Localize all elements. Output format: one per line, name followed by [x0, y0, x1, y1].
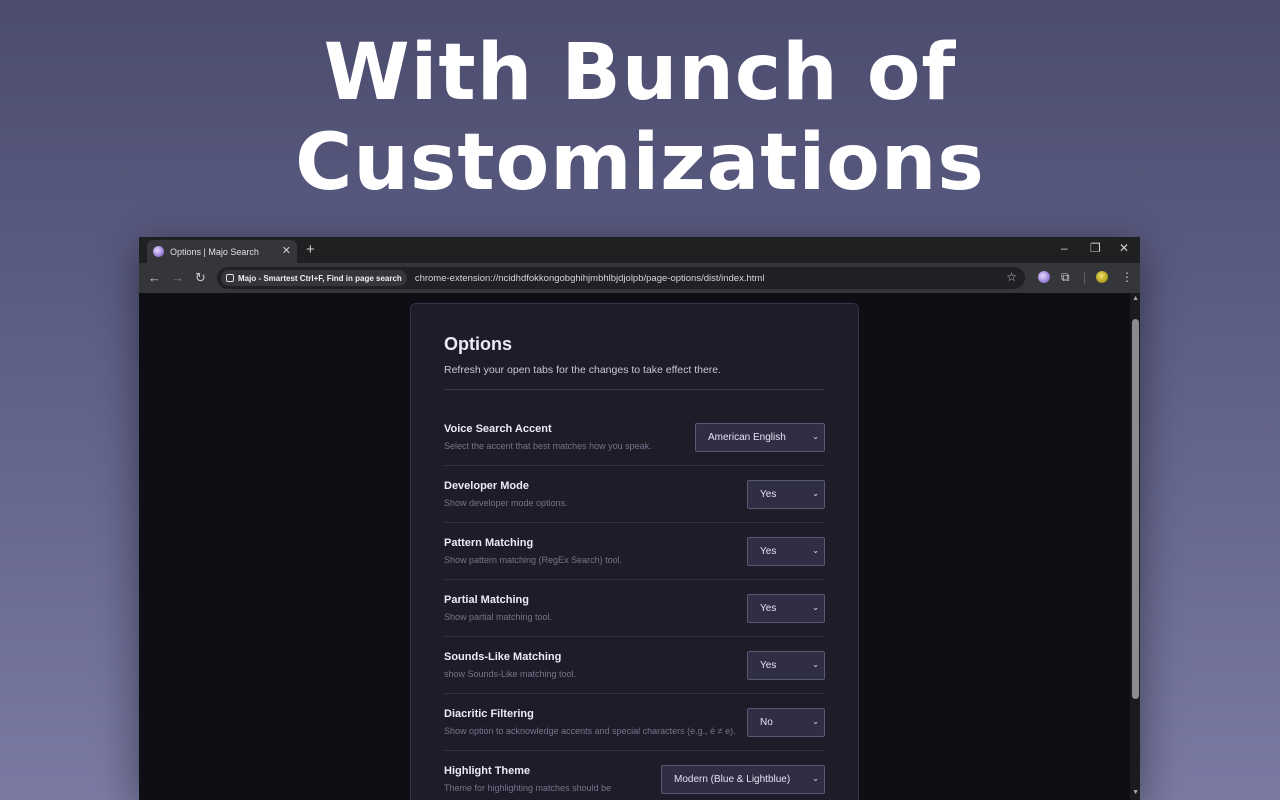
option-row: Voice Search Accent Select the accent th…: [444, 409, 825, 466]
forward-arrow-icon[interactable]: →: [171, 270, 184, 285]
reload-icon[interactable]: ↻: [195, 270, 206, 286]
option-description: show Sounds-Like matching tool.: [444, 669, 577, 679]
select-value: Yes: [760, 660, 777, 671]
option-label: Partial Matching: [444, 594, 529, 606]
option-label: Developer Mode: [444, 480, 529, 492]
option-label: Highlight Theme: [444, 765, 531, 777]
select-value: American English: [708, 432, 786, 443]
tab-strip: Options | Majo Search ✕ + – ❐ ✕: [139, 237, 1140, 263]
chevron-down-icon: ⌄: [812, 546, 819, 555]
browser-toolbar: ← → ↻ Majo - Smartest Ctrl+F, Find in pa…: [139, 263, 1140, 293]
voice-accent-select[interactable]: American English ⌄: [695, 423, 825, 452]
extension-chip[interactable]: Majo - Smartest Ctrl+F, Find in page sea…: [221, 270, 407, 286]
back-arrow-icon[interactable]: ←: [148, 270, 161, 285]
chevron-down-icon: ⌄: [812, 660, 819, 669]
majo-extension-icon[interactable]: [1038, 271, 1050, 283]
scrollbar-thumb[interactable]: [1132, 319, 1139, 699]
divider: [444, 389, 825, 390]
profile-avatar[interactable]: [1096, 271, 1108, 283]
option-row: Partial Matching Show partial matching t…: [444, 580, 825, 637]
chevron-down-icon: ⌄: [812, 717, 819, 726]
chip-label: Majo - Smartest Ctrl+F, Find in page sea…: [238, 273, 402, 283]
option-row: Sounds-Like Matching show Sounds-Like ma…: [444, 637, 825, 694]
page-subtitle: Refresh your open tabs for the changes t…: [444, 364, 722, 376]
toolbar-divider: |: [1083, 270, 1087, 284]
option-label: Sounds-Like Matching: [444, 651, 562, 663]
option-description: Show pattern matching (RegEx Search) too…: [444, 555, 623, 565]
option-row: Pattern Matching Show pattern matching (…: [444, 523, 825, 580]
tab-options[interactable]: Options | Majo Search ✕: [147, 240, 297, 263]
extensions-puzzle-icon[interactable]: ⧉: [1061, 270, 1070, 285]
option-row: Highlight Theme Theme for highlighting m…: [444, 751, 825, 800]
bookmark-star-icon[interactable]: ☆: [1006, 270, 1017, 284]
browser-window: Options | Majo Search ✕ + – ❐ ✕ ← → ↻ Ma…: [139, 237, 1140, 800]
sounds-like-select[interactable]: Yes ⌄: [747, 651, 825, 680]
option-row: Diacritic Filtering Show option to ackno…: [444, 694, 825, 751]
address-bar[interactable]: Majo - Smartest Ctrl+F, Find in page sea…: [217, 267, 1025, 289]
option-row: Developer Mode Show developer mode optio…: [444, 466, 825, 523]
chevron-down-icon: ⌄: [812, 774, 819, 783]
chevron-down-icon: ⌄: [812, 489, 819, 498]
restore-icon[interactable]: ❐: [1090, 241, 1101, 255]
page-title: Options: [444, 334, 512, 354]
tab-title: Options | Majo Search: [170, 246, 259, 257]
option-description: Show partial matching tool.: [444, 612, 553, 622]
url-text[interactable]: chrome-extension://ncidhdfokkongobghihjm…: [415, 273, 765, 284]
option-label: Pattern Matching: [444, 537, 534, 549]
option-description: Show developer mode options.: [444, 498, 568, 508]
scroll-down-icon[interactable]: ▼: [1132, 789, 1139, 796]
developer-mode-select[interactable]: Yes ⌄: [747, 480, 825, 509]
option-label: Voice Search Accent: [444, 423, 552, 435]
options-card: Options Refresh your open tabs for the c…: [410, 303, 859, 800]
select-value: Modern (Blue & Lightblue): [674, 774, 791, 785]
headline: With Bunch of Customizations: [295, 28, 985, 208]
select-value: No: [760, 717, 773, 728]
select-value: Yes: [760, 603, 777, 614]
chevron-down-icon: ⌄: [812, 603, 819, 612]
close-icon[interactable]: ✕: [282, 246, 291, 257]
partial-matching-select[interactable]: Yes ⌄: [747, 594, 825, 623]
chevron-down-icon: ⌄: [812, 432, 819, 441]
highlight-theme-select[interactable]: Modern (Blue & Lightblue) ⌄: [661, 765, 825, 794]
option-description: Show option to acknowledge accents and s…: [444, 726, 736, 736]
select-value: Yes: [760, 546, 777, 557]
select-value: Yes: [760, 489, 777, 500]
pattern-matching-select[interactable]: Yes ⌄: [747, 537, 825, 566]
minimize-icon[interactable]: –: [1061, 241, 1068, 255]
option-label: Diacritic Filtering: [444, 708, 534, 720]
option-description: Theme for highlighting matches should be: [444, 783, 612, 793]
diacritic-filtering-select[interactable]: No ⌄: [747, 708, 825, 737]
extension-page-icon: [226, 274, 234, 282]
window-close-icon[interactable]: ✕: [1119, 241, 1129, 255]
option-description: Select the accent that best matches how …: [444, 441, 652, 451]
menu-kebab-icon[interactable]: ⋮: [1121, 270, 1133, 284]
scroll-up-icon[interactable]: ▲: [1132, 295, 1139, 302]
new-tab-button[interactable]: +: [306, 241, 315, 258]
majo-favicon-icon: [153, 246, 164, 257]
